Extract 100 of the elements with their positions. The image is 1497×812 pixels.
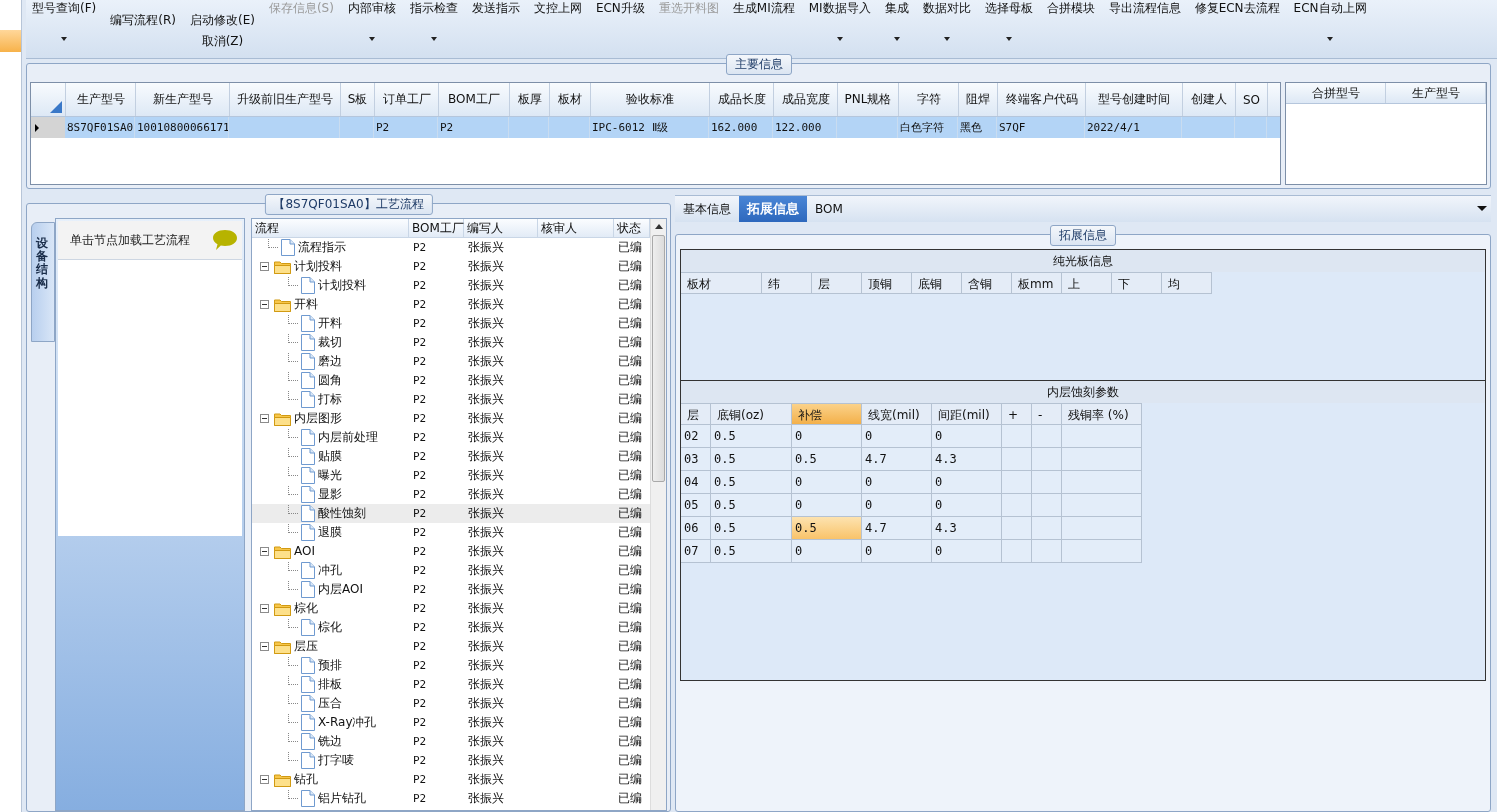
toolbar-button[interactable]: MI数据导入 bbox=[808, 0, 871, 58]
column-header[interactable]: 流程 bbox=[252, 219, 409, 237]
table-cell[interactable]: 0.5 bbox=[711, 425, 792, 448]
toolbar-button[interactable]: 导出流程信息 bbox=[1108, 0, 1181, 58]
column-header[interactable]: 间距(mil) bbox=[932, 403, 1002, 425]
column-header[interactable]: 板mm bbox=[1012, 272, 1062, 294]
toolbar-button[interactable]: 编写流程(R) bbox=[110, 0, 176, 58]
table-cell[interactable]: 4.7 bbox=[862, 517, 932, 540]
table-cell[interactable] bbox=[1062, 448, 1142, 471]
column-header[interactable]: 残铜率 (%) bbox=[1062, 403, 1142, 425]
column-header[interactable]: 上 bbox=[1062, 272, 1112, 294]
column-header[interactable]: 纬 bbox=[762, 272, 812, 294]
tree-row[interactable]: 圆角 P2 张振兴 已编 bbox=[252, 371, 650, 390]
column-header[interactable]: 订单工厂 bbox=[375, 83, 439, 116]
tree-row[interactable]: 层压 P2 张振兴 已编 bbox=[252, 637, 650, 656]
tree-row[interactable]: 计划投料 P2 张振兴 已编 bbox=[252, 257, 650, 276]
tree-row[interactable]: 冲孔 P2 张振兴 已编 bbox=[252, 561, 650, 580]
toolbar-button[interactable]: 内部审核 bbox=[347, 0, 396, 58]
table-cell[interactable] bbox=[1062, 517, 1142, 540]
toolbar-button[interactable]: 指示检查 bbox=[409, 0, 458, 58]
table-cell[interactable] bbox=[1032, 494, 1062, 517]
side-tab[interactable]: 设备结构 bbox=[31, 222, 55, 342]
toolbar-button[interactable]: 选择母板 bbox=[984, 0, 1033, 58]
column-header[interactable]: SO bbox=[1236, 83, 1268, 116]
tree-row[interactable]: 排板 P2 张振兴 已编 bbox=[252, 675, 650, 694]
scrollbar[interactable] bbox=[650, 219, 666, 810]
toolbar-button[interactable]: 型号查询(F) bbox=[32, 0, 97, 58]
column-header[interactable]: 顶铜 bbox=[862, 272, 912, 294]
column-header[interactable]: BOM工厂 bbox=[409, 219, 464, 237]
scrollbar-thumb[interactable] bbox=[652, 235, 665, 482]
column-header[interactable]: 板材 bbox=[681, 272, 762, 294]
column-header[interactable]: 创建人 bbox=[1183, 83, 1236, 116]
toolbar-button[interactable]: 文控上网 bbox=[533, 0, 582, 58]
collapse-icon[interactable] bbox=[260, 262, 269, 271]
toolbar-button[interactable]: 合拼模块 bbox=[1046, 0, 1095, 58]
tree-row[interactable]: 裁切 P2 张振兴 已编 bbox=[252, 333, 650, 352]
tree-row[interactable]: 铝片钻孔 P2 张振兴 已编 bbox=[252, 789, 650, 808]
table-cell[interactable]: 0 bbox=[932, 425, 1002, 448]
table-cell[interactable] bbox=[1062, 425, 1142, 448]
tree-row[interactable]: 开料 P2 张振兴 已编 bbox=[252, 295, 650, 314]
tree-row[interactable]: 打标 P2 张振兴 已编 bbox=[252, 390, 650, 409]
table-cell[interactable]: 04 bbox=[681, 471, 711, 494]
column-header[interactable]: 阻焊 bbox=[959, 83, 998, 116]
table-cell[interactable]: 06 bbox=[681, 517, 711, 540]
tree-row[interactable]: 棕化 P2 张振兴 已编 bbox=[252, 599, 650, 618]
tree-row[interactable]: 贴膜 P2 张振兴 已编 bbox=[252, 447, 650, 466]
tree-row[interactable]: 钻孔 P2 张振兴 已编 bbox=[252, 770, 650, 789]
column-header[interactable]: 层 bbox=[812, 272, 862, 294]
table-cell[interactable]: 02 bbox=[681, 425, 711, 448]
tree-row[interactable]: 内层AOI P2 张振兴 已编 bbox=[252, 580, 650, 599]
column-header[interactable]: 新生产型号 bbox=[136, 83, 230, 116]
tree-row[interactable]: 内层图形 P2 张振兴 已编 bbox=[252, 409, 650, 428]
table-cell[interactable]: 0 bbox=[862, 425, 932, 448]
tree-row[interactable]: 压合 P2 张振兴 已编 bbox=[252, 694, 650, 713]
table-cell[interactable]: 0.5 bbox=[711, 471, 792, 494]
sidebar-item[interactable] bbox=[0, 30, 21, 52]
tree-row[interactable]: 磨边 P2 张振兴 已编 bbox=[252, 352, 650, 371]
column-header[interactable]: 板厚 bbox=[510, 83, 550, 116]
table-cell[interactable]: 03 bbox=[681, 448, 711, 471]
table-cell[interactable]: 07 bbox=[681, 540, 711, 563]
toolbar-button-label[interactable]: 启动修改(E) bbox=[189, 12, 255, 29]
table-cell[interactable] bbox=[1002, 425, 1032, 448]
tree-row[interactable]: 流程指示 P2 张振兴 已编 bbox=[252, 238, 650, 257]
column-header[interactable]: 层 bbox=[681, 403, 711, 425]
tree-row[interactable]: AOI P2 张振兴 已编 bbox=[252, 542, 650, 561]
column-header[interactable]: 成品长度 bbox=[710, 83, 774, 116]
table-cell[interactable] bbox=[1002, 448, 1032, 471]
table-cell[interactable]: 0 bbox=[792, 471, 862, 494]
column-header[interactable]: 均 bbox=[1162, 272, 1212, 294]
column-header[interactable]: 字符 bbox=[899, 83, 959, 116]
table-cell[interactable]: 05 bbox=[681, 494, 711, 517]
collapse-icon[interactable] bbox=[260, 604, 269, 613]
collapse-icon[interactable] bbox=[260, 547, 269, 556]
column-header[interactable]: 底铜(oz) bbox=[711, 403, 792, 425]
dropdown-arrow-icon[interactable] bbox=[1477, 206, 1487, 211]
table-cell[interactable]: 0 bbox=[862, 540, 932, 563]
toolbar-button[interactable]: ECN升级 bbox=[595, 0, 645, 58]
column-header[interactable]: 编写人 bbox=[464, 219, 538, 237]
tree-row[interactable]: X-Ray冲孔 P2 张振兴 已编 bbox=[252, 713, 650, 732]
table-cell[interactable] bbox=[1032, 471, 1062, 494]
column-header[interactable]: 合拼型号 bbox=[1286, 83, 1386, 103]
tree-row[interactable]: 打字唛 P2 张振兴 已编 bbox=[252, 751, 650, 770]
collapse-icon[interactable] bbox=[260, 414, 269, 423]
table-cell[interactable]: 0 bbox=[932, 494, 1002, 517]
column-header[interactable]: BOM工厂 bbox=[439, 83, 510, 116]
column-header[interactable]: 下 bbox=[1112, 272, 1162, 294]
table-cell[interactable] bbox=[1032, 448, 1062, 471]
table-cell[interactable]: 0 bbox=[932, 540, 1002, 563]
tree-row[interactable]: 棕化 P2 张振兴 已编 bbox=[252, 618, 650, 637]
tree-row[interactable]: 酸性蚀刻 P2 张振兴 已编 bbox=[252, 504, 650, 523]
table-cell[interactable]: 0.5 bbox=[792, 517, 862, 540]
table-cell[interactable]: 0.5 bbox=[711, 448, 792, 471]
column-header[interactable]: 含铜 bbox=[962, 272, 1012, 294]
column-header[interactable]: S板 bbox=[341, 83, 375, 116]
table-cell[interactable] bbox=[1002, 517, 1032, 540]
tab[interactable]: 基本信息 bbox=[675, 196, 739, 222]
column-header[interactable]: 核审人 bbox=[538, 219, 614, 237]
column-header[interactable]: 型号创建时间 bbox=[1086, 83, 1183, 116]
tab[interactable]: BOM bbox=[807, 196, 851, 222]
tab[interactable]: 拓展信息 bbox=[739, 196, 807, 222]
